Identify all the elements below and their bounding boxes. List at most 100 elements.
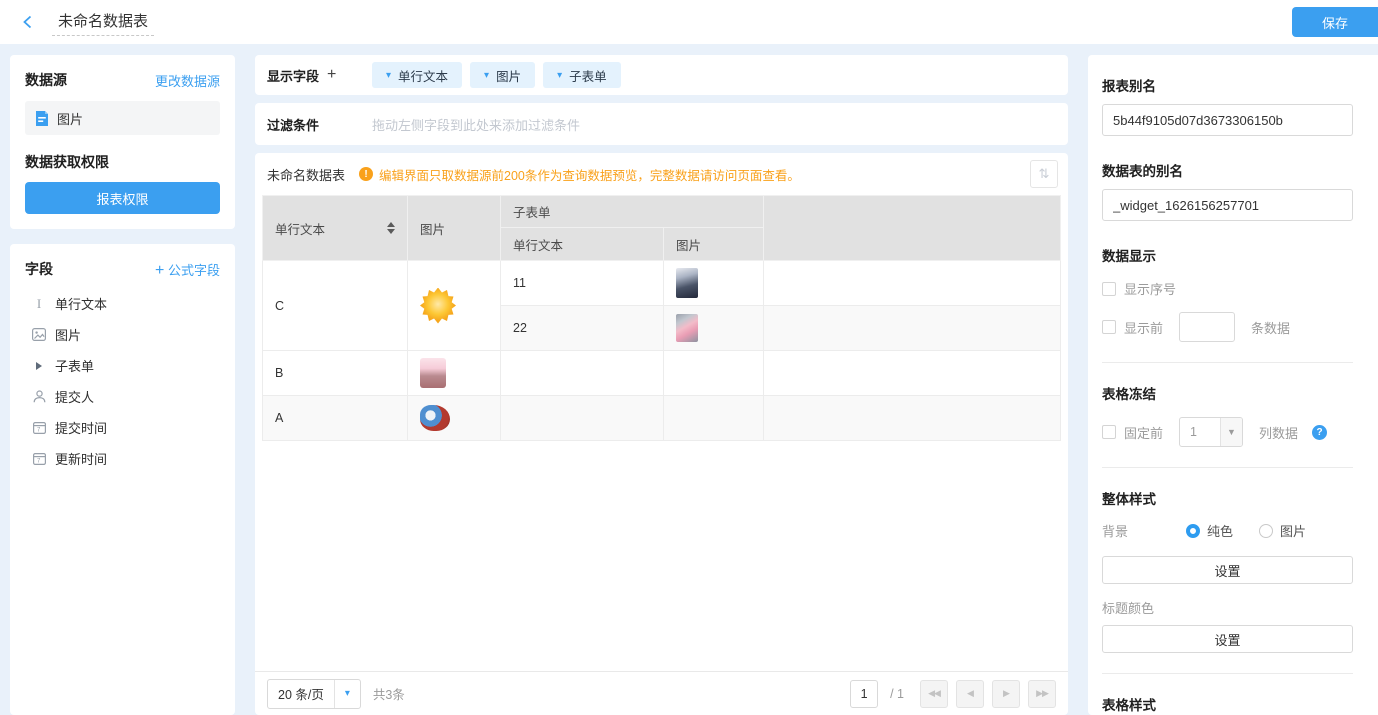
first-page-button[interactable]: ◀◀ [920, 679, 948, 708]
filter-bar: 过滤条件 拖动左侧字段到此处来添加过滤条件 [255, 103, 1068, 145]
settings-panel: 报表别名 数据表的别名 数据显示 显示序号 显示前 条数据 表格冻结 固定前 [1088, 55, 1378, 715]
total-count: 共3条 [372, 688, 405, 702]
row-limit-input[interactable] [1179, 312, 1236, 342]
caret-right-icon [32, 361, 46, 370]
field-item-label: 更新时间 [55, 452, 108, 467]
field-item-submit-time[interactable]: 7 提交时间 [25, 412, 220, 443]
freeze-checkbox[interactable] [1102, 425, 1116, 439]
cell-empty [763, 305, 1061, 351]
field-item-submitter[interactable]: 提交人 [25, 381, 220, 412]
table-title: 未命名数据表 [267, 167, 346, 183]
chevron-down-icon: ▼ [1220, 418, 1243, 446]
display-fields-label: 显示字段 [267, 68, 320, 84]
next-page-button[interactable]: ▶ [992, 679, 1020, 708]
warning-text: 编辑界面只取数据源前200条作为查询数据预览，完整数据请访问页面查看。 [379, 168, 800, 183]
building-photo-image[interactable] [676, 268, 698, 298]
fields-card: 字段 + 公式字段 I 单行文本 图片 子表单 提交人 7 提交时间 7 更新时… [10, 244, 235, 715]
permission-title: 数据获取权限 [25, 154, 109, 170]
cell-text: A [262, 395, 408, 441]
chevron-down-icon: ▾ [484, 69, 490, 81]
change-datasource-link[interactable]: 更改数据源 [155, 71, 220, 90]
filter-dropzone[interactable]: 拖动左侧字段到此处来添加过滤条件 [372, 115, 580, 134]
table-alias-input[interactable] [1102, 189, 1353, 221]
cell-empty [662, 350, 765, 396]
formula-field-label: 公式字段 [167, 262, 220, 278]
save-button[interactable]: 保存 [1292, 7, 1378, 37]
report-alias-input[interactable] [1102, 104, 1353, 136]
page-title[interactable]: 未命名数据表 [52, 8, 155, 36]
sort-caret-icon[interactable] [387, 222, 395, 234]
show-index-label: 显示序号 [1124, 282, 1177, 297]
up-down-arrows-icon: ⇅ [1038, 166, 1050, 181]
display-field-chips: ▾ 单行文本 ▾ 图片 ▾ 子表单 [372, 62, 621, 88]
report-alias-label: 报表别名 [1102, 79, 1156, 94]
svg-text:7: 7 [37, 428, 41, 434]
calendar-icon: 7 [32, 452, 46, 465]
display-fields-bar: 显示字段 + ▾ 单行文本 ▾ 图片 ▾ 子表单 [255, 55, 1068, 95]
fish-sticker-image[interactable] [420, 405, 450, 431]
title-color-set-button[interactable]: 设置 [1102, 625, 1353, 653]
freeze-label: 固定前 [1124, 425, 1164, 441]
help-icon[interactable]: ? [1312, 424, 1328, 440]
field-item-subform[interactable]: 子表单 [25, 350, 220, 381]
title-color-label: 标题颜色 [1102, 601, 1155, 616]
field-item-label: 提交人 [55, 390, 95, 405]
datasource-item[interactable]: 图片 [25, 101, 220, 135]
field-item-image[interactable]: 图片 [25, 319, 220, 350]
cell-empty [500, 395, 664, 441]
table-style-title: 表格样式 [1102, 698, 1156, 713]
show-first-checkbox[interactable] [1102, 320, 1116, 334]
last-page-button[interactable]: ▶▶ [1028, 679, 1056, 708]
page-number-input[interactable]: 1 [850, 679, 879, 708]
cell-sub-text: 22 [500, 305, 664, 351]
field-item-label: 图片 [55, 328, 82, 343]
field-item-text[interactable]: I 单行文本 [25, 288, 220, 319]
add-display-field-button[interactable]: + [327, 67, 336, 83]
add-formula-field-link[interactable]: + 公式字段 [155, 260, 220, 279]
field-item-update-time[interactable]: 7 更新时间 [25, 443, 220, 474]
chip-text-field[interactable]: ▾ 单行文本 [372, 62, 463, 88]
left-panel: 数据源 更改数据源 图片 数据获取权限 报表权限 字段 + 公式字段 I 单行文… [10, 55, 235, 715]
prev-page-button[interactable]: ◀ [956, 679, 984, 708]
chip-image-field[interactable]: ▾ 图片 [470, 62, 536, 88]
chip-subform-field[interactable]: ▾ 子表单 [543, 62, 621, 88]
page-size-select[interactable]: 20 条/页 ▾ [267, 678, 361, 709]
freeze-count-value: 1 [1190, 425, 1197, 439]
back-button[interactable] [16, 10, 40, 34]
column-sort-button[interactable]: ⇅ [1030, 160, 1058, 188]
report-permission-button[interactable]: 报表权限 [25, 182, 220, 214]
cell-sub-text: 11 [500, 260, 664, 306]
bg-image-radio[interactable]: 图片 [1259, 521, 1306, 540]
page-size-value: 20 条/页 [278, 688, 324, 702]
document-icon [36, 110, 48, 126]
bg-solid-radio[interactable]: 纯色 [1186, 521, 1233, 540]
sun-sticker-image[interactable] [420, 287, 456, 324]
bg-solid-label: 纯色 [1207, 524, 1234, 539]
table-card: 未命名数据表 ! 编辑界面只取数据源前200条作为查询数据预览，完整数据请访问页… [255, 153, 1068, 715]
table-row: C 11 [262, 260, 1061, 351]
field-item-label: 单行文本 [55, 297, 108, 312]
pagination-bar: 20 条/页 ▾ 共3条 1 / 1 ◀◀ ◀ ▶ ▶▶ [255, 671, 1068, 715]
header-cell-sub-image: 图片 [662, 227, 765, 261]
text-icon: I [36, 295, 42, 311]
table-row: A [262, 395, 1061, 441]
plus-icon: + [155, 261, 165, 279]
topbar: 未命名数据表 保存 [0, 0, 1378, 44]
header-cell-empty [763, 195, 1061, 261]
freeze-unit-label: 列数据 [1259, 425, 1299, 441]
header-cell-subform-group: 子表单 [499, 195, 765, 228]
table-alias-label: 数据表的别名 [1102, 164, 1183, 179]
show-index-checkbox[interactable] [1102, 281, 1116, 296]
bear-sticker-image[interactable] [420, 358, 446, 388]
show-first-label: 显示前 [1124, 320, 1164, 336]
freeze-count-select[interactable]: 1 ▼ [1179, 417, 1244, 447]
cell-empty [500, 350, 664, 396]
field-item-label: 提交时间 [55, 421, 108, 436]
cell-text: C [262, 260, 408, 351]
cell-text: B [262, 350, 408, 396]
flower-photo-image[interactable] [676, 314, 698, 342]
datasource-card: 数据源 更改数据源 图片 数据获取权限 报表权限 [10, 55, 235, 229]
background-set-button[interactable]: 设置 [1102, 556, 1353, 584]
field-list: I 单行文本 图片 子表单 提交人 7 提交时间 7 更新时间 [25, 288, 220, 474]
chevron-down-icon: ▾ [386, 69, 392, 81]
